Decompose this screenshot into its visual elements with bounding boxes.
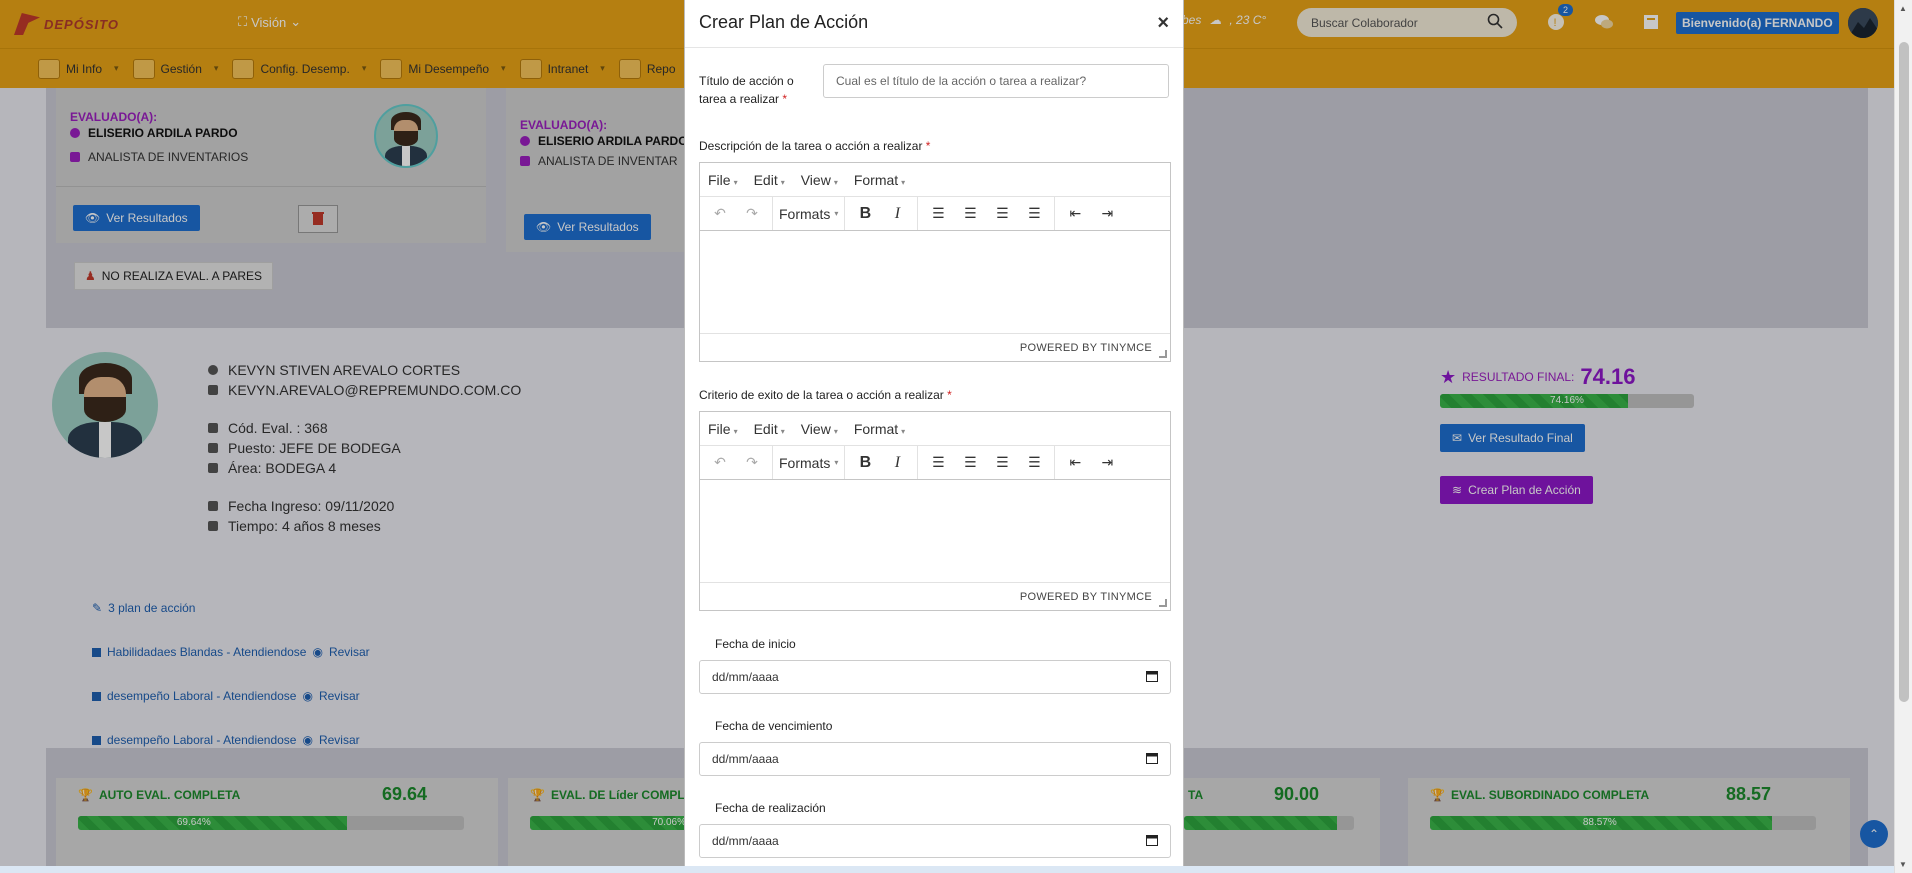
criteria-edit-area[interactable]	[700, 480, 1170, 582]
fecha-inicio-input[interactable]: dd/mm/aaaa	[699, 660, 1171, 694]
horizontal-scrollbar[interactable]	[0, 866, 1894, 873]
menu-format[interactable]: Format ▾	[854, 172, 905, 188]
editor-menubar: File ▾ Edit ▾ View ▾ Format ▾	[700, 412, 1170, 446]
align-left-icon[interactable]: ☰	[924, 200, 952, 228]
description-label: Descripción de la tarea o acción a reali…	[699, 139, 930, 153]
outdent-icon[interactable]: ⇤	[1061, 200, 1089, 228]
criteria-label-text: Criterio de exito de la tarea o acción a…	[699, 388, 944, 402]
calendar-icon[interactable]	[1146, 670, 1158, 685]
fecha-realizacion-label: Fecha de realización	[715, 801, 826, 815]
required-mark: *	[925, 139, 931, 153]
align-justify-icon[interactable]: ☰	[1020, 200, 1048, 228]
editor-toolbar: ↶ ↷ Formats ▾ B I ☰ ☰ ☰ ☰ ⇤ ⇥	[700, 197, 1170, 231]
align-left-icon[interactable]: ☰	[924, 449, 952, 477]
bold-icon[interactable]: B	[851, 200, 879, 228]
calendar-icon[interactable]	[1146, 834, 1158, 849]
align-center-icon[interactable]: ☰	[956, 200, 984, 228]
date-placeholder: dd/mm/aaaa	[712, 834, 779, 848]
align-right-icon[interactable]: ☰	[988, 200, 1016, 228]
outdent-icon[interactable]: ⇤	[1061, 449, 1089, 477]
style-group: B I	[845, 446, 919, 479]
align-right-icon[interactable]: ☰	[988, 449, 1016, 477]
formats-dropdown[interactable]: Formats ▾	[773, 197, 846, 230]
editor-toolbar: ↶ ↷ Formats ▾ B I ☰ ☰ ☰ ☰ ⇤ ⇥	[700, 446, 1170, 480]
scroll-thumb[interactable]	[1899, 42, 1909, 702]
menu-file[interactable]: File ▾	[708, 172, 738, 188]
criteria-editor: File ▾ Edit ▾ View ▾ Format ▾ ↶ ↷ Formats ▾ …	[699, 411, 1171, 611]
indent-group: ⇤ ⇥	[1055, 446, 1127, 479]
editor-statusbar: POWERED BY TINYMCE	[700, 333, 1170, 361]
title-field-label: Título de acción o tarea a realizar *	[699, 72, 794, 108]
style-group: B I	[845, 197, 919, 230]
date-placeholder: dd/mm/aaaa	[712, 752, 779, 766]
indent-icon[interactable]: ⇥	[1093, 200, 1121, 228]
editor-menubar: File ▾ Edit ▾ View ▾ Format ▾	[700, 163, 1170, 197]
menu-edit[interactable]: Edit ▾	[754, 172, 785, 188]
indent-group: ⇤ ⇥	[1055, 197, 1127, 230]
label-line2: tarea a realizar	[699, 92, 780, 106]
fecha-vencimiento-label: Fecha de vencimiento	[715, 719, 833, 733]
powered-by: POWERED BY TINYMCE	[1019, 342, 1152, 354]
menu-file[interactable]: File ▾	[708, 421, 738, 437]
resize-handle-icon[interactable]	[1159, 350, 1167, 358]
redo-icon[interactable]: ↷	[738, 200, 766, 228]
vertical-scrollbar[interactable]: ▲ ▼	[1894, 0, 1912, 873]
redo-icon[interactable]: ↷	[738, 449, 766, 477]
formats-label: Formats	[779, 205, 831, 222]
chevron-down-icon: ▾	[834, 458, 839, 467]
scroll-down-icon[interactable]: ▼	[1899, 860, 1907, 869]
align-group: ☰ ☰ ☰ ☰	[918, 446, 1056, 479]
formats-dropdown[interactable]: Formats ▾	[773, 446, 846, 479]
history-group: ↶ ↷	[700, 197, 773, 230]
fecha-inicio-label: Fecha de inicio	[715, 637, 796, 651]
menu-view[interactable]: View ▾	[801, 421, 838, 437]
menu-edit[interactable]: Edit ▾	[754, 421, 785, 437]
label-line1: Título de acción o	[699, 74, 794, 88]
scroll-up-icon[interactable]: ▲	[1899, 4, 1907, 13]
align-center-icon[interactable]: ☰	[956, 449, 984, 477]
italic-icon[interactable]: I	[883, 200, 911, 228]
history-group: ↶ ↷	[700, 446, 773, 479]
title-input[interactable]	[823, 64, 1169, 98]
description-label-text: Descripción de la tarea o acción a reali…	[699, 139, 923, 153]
italic-icon[interactable]: I	[883, 449, 911, 477]
date-placeholder: dd/mm/aaaa	[712, 670, 779, 684]
bold-icon[interactable]: B	[851, 449, 879, 477]
undo-icon[interactable]: ↶	[706, 449, 734, 477]
fecha-vencimiento-input[interactable]: dd/mm/aaaa	[699, 742, 1171, 776]
modal-header: Crear Plan de Acción ×	[685, 0, 1183, 48]
chevron-down-icon: ▾	[834, 209, 839, 218]
calendar-icon[interactable]	[1146, 752, 1158, 767]
editor-statusbar: POWERED BY TINYMCE	[700, 582, 1170, 610]
formats-label: Formats	[779, 454, 831, 471]
menu-format[interactable]: Format ▾	[854, 421, 905, 437]
close-button[interactable]: ×	[1157, 12, 1169, 35]
indent-icon[interactable]: ⇥	[1093, 449, 1121, 477]
required-mark: *	[947, 388, 952, 402]
required-mark: *	[782, 92, 788, 106]
description-editor: File ▾ Edit ▾ View ▾ Format ▾ ↶ ↷ Formats ▾ …	[699, 162, 1171, 362]
align-justify-icon[interactable]: ☰	[1020, 449, 1048, 477]
resize-handle-icon[interactable]	[1159, 599, 1167, 607]
criteria-label: Criterio de exito de la tarea o acción a…	[699, 388, 952, 402]
crear-plan-modal: Crear Plan de Acción × Título de acción …	[684, 0, 1184, 873]
align-group: ☰ ☰ ☰ ☰	[918, 197, 1056, 230]
menu-view[interactable]: View ▾	[801, 172, 838, 188]
description-edit-area[interactable]	[700, 231, 1170, 333]
fecha-realizacion-input[interactable]: dd/mm/aaaa	[699, 824, 1171, 858]
undo-icon[interactable]: ↶	[706, 200, 734, 228]
modal-title: Crear Plan de Acción	[699, 12, 869, 32]
powered-by: POWERED BY TINYMCE	[1019, 591, 1152, 603]
